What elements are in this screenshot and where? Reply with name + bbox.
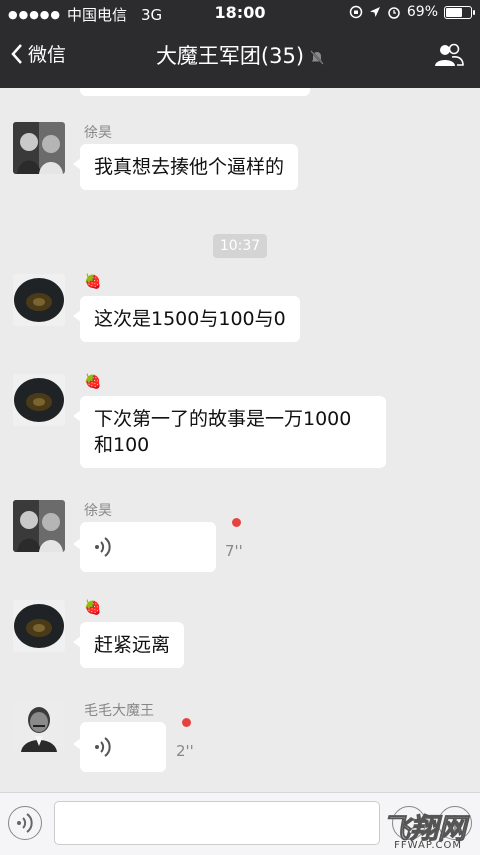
alarm-icon [388, 7, 400, 19]
group-members-icon[interactable] [434, 42, 464, 68]
message-text-line: 下次第一了的故事是一万1000 [94, 408, 352, 430]
avatar[interactable] [13, 374, 65, 426]
voice-wave-icon [17, 813, 33, 833]
chat-title: 大魔王军团(35) [0, 40, 480, 70]
chat-area[interactable]: 徐昊 我真想去揍他个逼样的 10:37 🍓 这次是1500与100与0 🍓 下次… [0, 88, 480, 792]
nav-bar: 微信 大魔王军团(35) [0, 30, 480, 80]
watermark-url: FFWAP.COM [394, 840, 462, 851]
unread-dot [182, 718, 191, 727]
battery-percent: 69% [406, 4, 438, 20]
sender-name: 徐昊 [84, 503, 112, 519]
mute-bell-icon [310, 50, 324, 65]
voice-message-bubble[interactable] [73, 522, 216, 572]
voice-duration: 7'' [225, 542, 243, 560]
avatar[interactable] [13, 500, 65, 552]
chat-title-text: 大魔王军团(35) [155, 44, 305, 68]
avatar[interactable] [13, 274, 65, 326]
sender-name: 🍓 [84, 274, 102, 290]
message-bubble[interactable]: 赶紧远离 [72, 622, 185, 668]
unread-dot [232, 518, 241, 527]
status-right: 69% [349, 4, 475, 20]
battery-level [446, 7, 462, 17]
message-bubble[interactable]: 我真想去揍他个逼样的 [72, 144, 299, 190]
voice-wave-icon [95, 737, 111, 757]
status-bar: ●●●●● 中国电信 3G 18:00 69% [0, 0, 480, 26]
message-bubble-partial [80, 88, 310, 96]
avatar-photo-icon [13, 500, 65, 552]
avatar[interactable] [13, 700, 65, 752]
timestamp: 10:37 [213, 234, 267, 258]
message-text-line: 和100 [94, 434, 150, 456]
site-watermark: 飞翔网 FFWAP.COM [354, 805, 474, 852]
voice-wave-icon [95, 537, 111, 557]
wok-avatar-icon [13, 274, 65, 326]
location-arrow-icon [369, 7, 380, 17]
message-bubble[interactable]: 这次是1500与100与0 [73, 296, 300, 342]
avatar-photo-icon [13, 122, 65, 174]
top-bar: ●●●●● 中国电信 3G 18:00 69% 微信 大魔王军团(35) [0, 0, 480, 88]
sender-name: 🍓 [84, 374, 102, 390]
wok-avatar-icon [13, 374, 65, 426]
voice-message-bubble[interactable] [73, 722, 166, 772]
message-bubble[interactable]: 下次第一了的故事是一万1000 和100 [73, 396, 386, 468]
sender-name: 徐昊 [84, 125, 112, 141]
avatar[interactable] [13, 122, 65, 174]
avatar[interactable] [13, 600, 65, 652]
sender-name: 🍓 [84, 600, 102, 616]
voice-duration: 2'' [176, 742, 194, 760]
battery-icon [444, 5, 475, 19]
sender-name: 毛毛大魔王 [84, 703, 154, 719]
input-bar: 飞翔网 FFWAP.COM [0, 792, 480, 855]
wok-avatar-icon [13, 600, 65, 652]
portrait-avatar-icon [13, 700, 65, 752]
message-input[interactable] [54, 801, 380, 845]
voice-input-button[interactable] [8, 806, 42, 840]
rotation-lock-icon [349, 5, 363, 19]
